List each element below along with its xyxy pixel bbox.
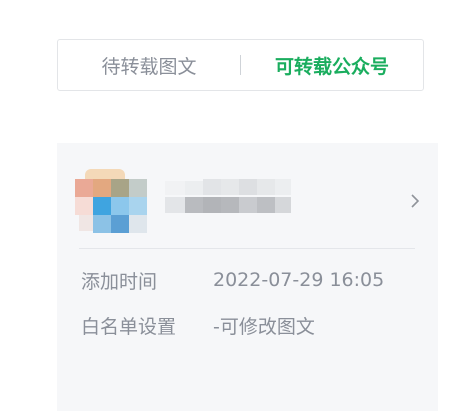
avatar [75, 169, 153, 237]
whitelist-value: -可修改图文 [213, 315, 315, 338]
chevron-right-icon [409, 193, 425, 211]
card-divider [79, 248, 415, 249]
added-time-row: 添加时间 2022-07-29 16:05 [81, 267, 384, 293]
added-time-label: 添加时间 [81, 270, 158, 293]
whitelist-label: 白名单设置 [81, 315, 177, 338]
tab-reprintable-accounts[interactable]: 可转载公众号 [241, 40, 423, 90]
whitelist-row: 白名单设置 -可修改图文 [81, 312, 315, 338]
account-name-pixels [165, 179, 295, 219]
account-card: 添加时间 2022-07-29 16:05 白名单设置 -可修改图文 [57, 143, 438, 411]
account-row[interactable] [75, 169, 420, 249]
added-time-value: 2022-07-29 16:05 [213, 269, 385, 291]
tab-pending-articles[interactable]: 待转载图文 [58, 40, 240, 90]
tab-switcher: 待转载图文 可转载公众号 [57, 39, 424, 91]
